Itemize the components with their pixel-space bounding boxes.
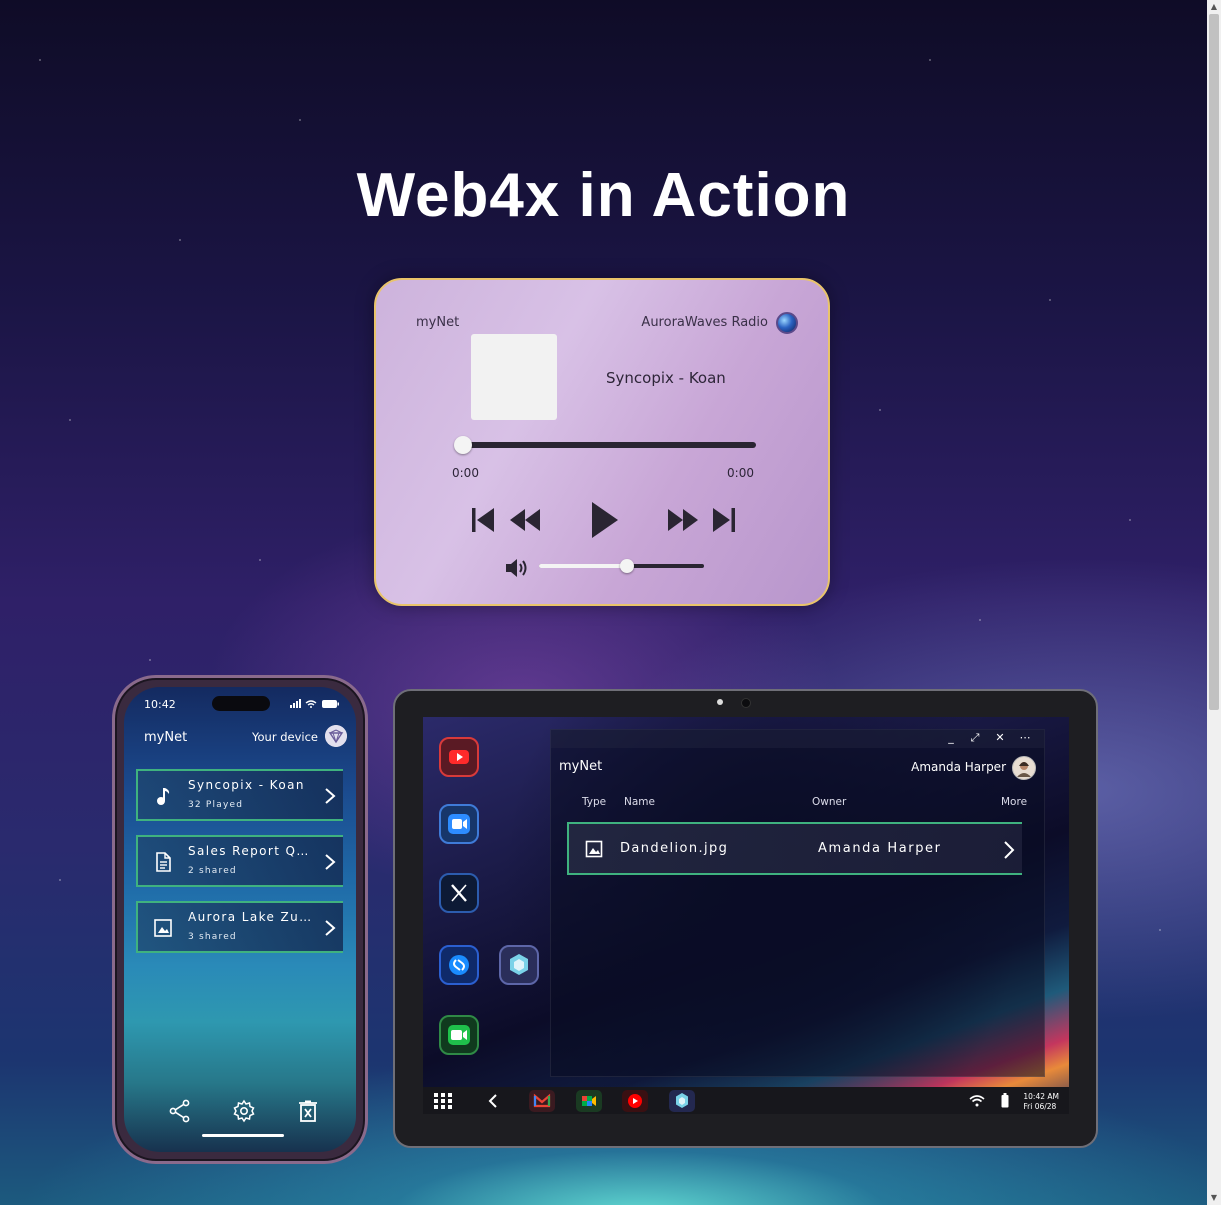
back-icon[interactable] bbox=[487, 1093, 499, 1109]
scroll-thumb[interactable] bbox=[1209, 14, 1219, 710]
tablet-device: _ ⤢ ✕ ⋯ myNet Amanda Harper Type Name Ow… bbox=[393, 689, 1098, 1148]
mynet-window: _ ⤢ ✕ ⋯ myNet Amanda Harper Type Name Ow… bbox=[550, 729, 1045, 1077]
maximize-icon[interactable]: ⤢ bbox=[968, 731, 982, 745]
seek-handle[interactable] bbox=[454, 436, 472, 454]
taskbar: 10:42 AM Fri 06/28 bbox=[423, 1087, 1069, 1114]
seek-bar[interactable] bbox=[461, 442, 756, 448]
youtube-music-icon[interactable] bbox=[622, 1090, 648, 1112]
more-options-icon[interactable]: ⋯ bbox=[1018, 731, 1032, 744]
dynamic-island bbox=[212, 696, 270, 711]
file-name: Dandelion.jpg bbox=[620, 841, 729, 856]
phone-clock: 10:42 bbox=[144, 698, 176, 711]
x-icon[interactable] bbox=[439, 873, 479, 913]
clock-time: 10:42 AM bbox=[1023, 1092, 1059, 1101]
zoom-icon[interactable] bbox=[439, 804, 479, 844]
globe-icon bbox=[776, 312, 798, 334]
user-name: Amanda Harper bbox=[911, 760, 1006, 774]
device-label: Your device bbox=[252, 730, 318, 744]
page-scrollbar[interactable]: ▲ ▼ bbox=[1207, 0, 1221, 1205]
item-title: Syncopix - Koan bbox=[188, 778, 305, 792]
music-player: myNet AuroraWaves Radio Syncopix - Koan … bbox=[374, 278, 830, 606]
column-more: More bbox=[1001, 796, 1028, 808]
tablet-screen: _ ⤢ ✕ ⋯ myNet Amanda Harper Type Name Ow… bbox=[423, 717, 1069, 1114]
fast-forward-icon[interactable] bbox=[667, 502, 699, 538]
column-type: Type bbox=[582, 796, 607, 808]
table-row[interactable]: Dandelion.jpg Amanda Harper bbox=[567, 822, 1022, 875]
volume-handle[interactable] bbox=[620, 559, 634, 573]
facetime-icon[interactable] bbox=[439, 1015, 479, 1055]
track-title: Syncopix - Koan bbox=[606, 369, 726, 387]
list-item[interactable]: Syncopix - Koan 32 Played bbox=[136, 769, 343, 821]
play-icon[interactable] bbox=[588, 498, 620, 542]
item-subtitle: 2 shared bbox=[188, 866, 237, 876]
shazam-icon[interactable] bbox=[439, 945, 479, 985]
station-name: AuroraWaves Radio bbox=[641, 315, 768, 330]
delete-icon[interactable] bbox=[296, 1099, 320, 1123]
image-icon bbox=[585, 840, 603, 858]
avatar[interactable] bbox=[1012, 756, 1036, 780]
player-brand: myNet bbox=[416, 315, 460, 330]
settings-icon[interactable] bbox=[232, 1099, 256, 1123]
battery-icon[interactable] bbox=[1001, 1093, 1009, 1108]
tablet-camera bbox=[741, 698, 751, 708]
device-avatar-icon[interactable] bbox=[325, 725, 347, 747]
item-subtitle: 3 shared bbox=[188, 932, 237, 942]
chevron-right-icon bbox=[325, 854, 336, 870]
phone-screen: 10:42 myNet Your device Syncopix - Koan … bbox=[124, 687, 356, 1152]
scroll-up-icon[interactable]: ▲ bbox=[1207, 0, 1221, 14]
elapsed-time: 0:00 bbox=[452, 466, 479, 480]
youtube-icon[interactable] bbox=[439, 737, 479, 777]
window-brand: myNet bbox=[559, 759, 603, 774]
chevron-right-icon[interactable] bbox=[1002, 840, 1016, 860]
clock-date: Fri 06/28 bbox=[1023, 1102, 1057, 1111]
wifi-icon[interactable] bbox=[969, 1094, 985, 1107]
window-titlebar[interactable]: _ ⤢ ✕ ⋯ bbox=[551, 730, 1044, 748]
album-art bbox=[471, 334, 557, 420]
list-item[interactable]: Sales Report Q3… 2 shared bbox=[136, 835, 343, 887]
home-indicator[interactable] bbox=[202, 1134, 284, 1137]
cube-app-icon[interactable] bbox=[499, 945, 539, 985]
rewind-icon[interactable] bbox=[509, 502, 541, 538]
page-title: Web4x in Action bbox=[356, 161, 851, 230]
phone-action-bar bbox=[124, 1099, 356, 1125]
phone-device: 10:42 myNet Your device Syncopix - Koan … bbox=[112, 675, 368, 1164]
scroll-down-icon[interactable]: ▼ bbox=[1207, 1191, 1221, 1205]
item-title: Sales Report Q3… bbox=[188, 844, 316, 858]
chevron-right-icon bbox=[325, 920, 336, 936]
document-icon bbox=[156, 852, 171, 872]
gmail-icon[interactable] bbox=[529, 1090, 555, 1112]
list-item[interactable]: Aurora Lake Zuri… 3 shared bbox=[136, 901, 343, 953]
volume-fill bbox=[539, 564, 630, 568]
close-icon[interactable]: ✕ bbox=[993, 731, 1007, 744]
chevron-right-icon bbox=[325, 788, 336, 804]
app-grid-icon[interactable] bbox=[433, 1092, 453, 1110]
item-title: Aurora Lake Zuri… bbox=[188, 910, 316, 924]
skip-back-icon[interactable] bbox=[470, 502, 496, 538]
skip-forward-icon[interactable] bbox=[711, 502, 737, 538]
column-owner: Owner bbox=[812, 796, 847, 808]
music-note-icon bbox=[157, 788, 170, 805]
tablet-sensor bbox=[717, 699, 723, 705]
cube-app-icon[interactable] bbox=[669, 1090, 695, 1112]
minimize-icon[interactable]: _ bbox=[944, 731, 958, 744]
file-owner: Amanda Harper bbox=[818, 841, 942, 856]
phone-brand: myNet bbox=[144, 730, 188, 745]
taskbar-clock[interactable]: 10:42 AM Fri 06/28 bbox=[1023, 1092, 1059, 1112]
share-icon[interactable] bbox=[168, 1099, 192, 1123]
volume-icon[interactable] bbox=[504, 557, 530, 579]
google-meet-icon[interactable] bbox=[576, 1090, 602, 1112]
status-icons bbox=[290, 699, 339, 708]
item-subtitle: 32 Played bbox=[188, 800, 244, 810]
total-time: 0:00 bbox=[727, 466, 754, 480]
image-icon bbox=[154, 919, 172, 937]
column-name: Name bbox=[624, 796, 655, 808]
